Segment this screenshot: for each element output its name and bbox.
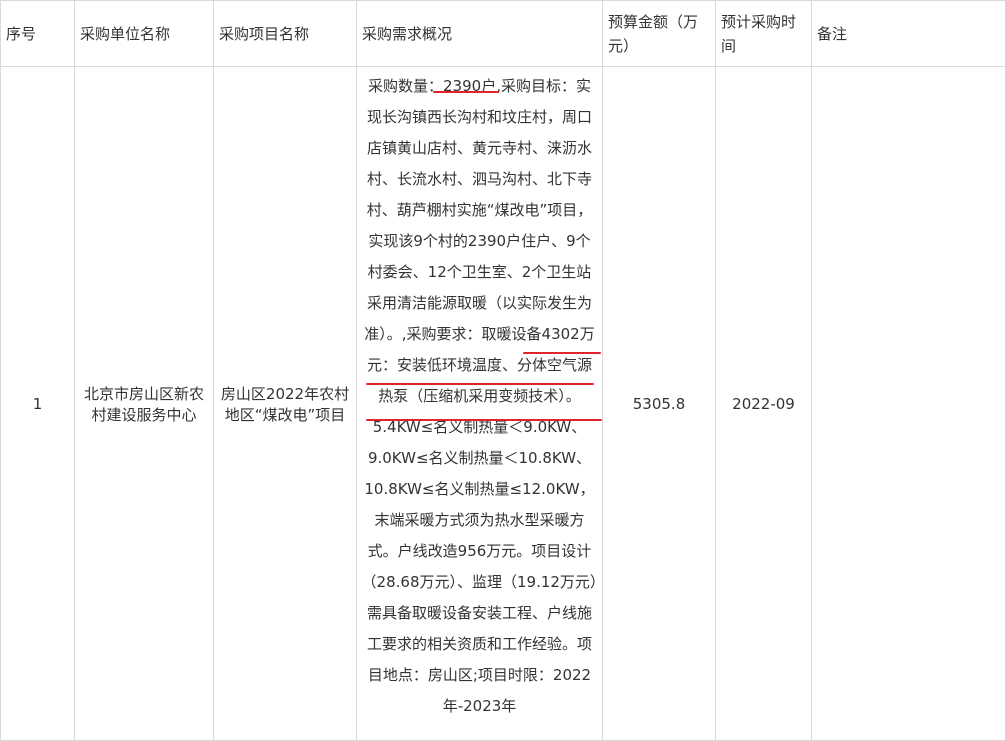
header-row: 序号 采购单位名称 采购项目名称 采购需求概况 预算金额（万元） 预计采购时间 … xyxy=(0,0,1005,67)
highlight-underline-compressor xyxy=(366,419,602,421)
highlight-underline-heating-device xyxy=(523,352,601,354)
header-description: 采购需求概况 xyxy=(356,0,603,67)
procurement-table: 序号 采购单位名称 采购项目名称 采购需求概况 预算金额（万元） 预计采购时间 … xyxy=(0,0,1005,741)
table-row: 1 北京市房山区新农村建设服务中心 房山区2022年农村地区“煤改电”项目 采购… xyxy=(0,66,1005,741)
highlight-underline-quantity xyxy=(433,91,499,93)
cell-unit: 北京市房山区新农村建设服务中心 xyxy=(74,66,214,741)
header-project: 采购项目名称 xyxy=(213,0,357,67)
header-index: 序号 xyxy=(0,0,75,67)
cell-budget: 5305.8 xyxy=(602,66,716,741)
cell-description: 采购数量：2390户,采购目标：实现长沟镇西长沟村和坟庄村，周口店镇黄山店村、黄… xyxy=(356,66,603,741)
cell-remark xyxy=(811,66,1005,741)
header-remark: 备注 xyxy=(811,0,1005,67)
cell-time: 2022-09 xyxy=(715,66,812,741)
highlight-underline-heat-pump xyxy=(366,383,594,385)
header-time: 预计采购时间 xyxy=(715,0,812,67)
header-budget: 预算金额（万元） xyxy=(602,0,716,67)
cell-index: 1 xyxy=(0,66,75,741)
procurement-table-sheet: 序号 采购单位名称 采购项目名称 采购需求概况 预算金额（万元） 预计采购时间 … xyxy=(0,0,1005,741)
cell-project: 房山区2022年农村地区“煤改电”项目 xyxy=(213,66,357,741)
header-unit: 采购单位名称 xyxy=(74,0,214,67)
